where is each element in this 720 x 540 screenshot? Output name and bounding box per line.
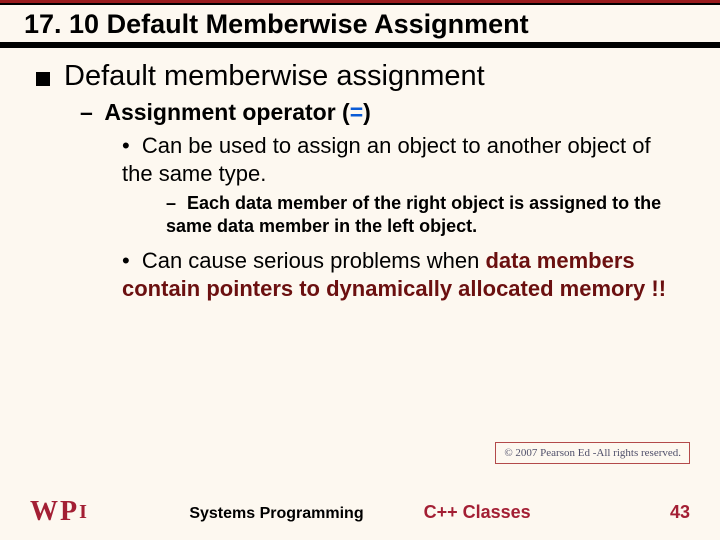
dot-bullet-icon: • bbox=[122, 248, 130, 273]
bullet-level3b: • Can cause serious problems when data m… bbox=[122, 247, 684, 303]
footer-topic: C++ Classes bbox=[424, 502, 531, 523]
bullet-level1-text: Default memberwise assignment bbox=[64, 60, 485, 93]
bullet-level2-post: ) bbox=[363, 99, 371, 125]
equals-operator: = bbox=[350, 99, 363, 125]
wpi-logo: W P I bbox=[30, 498, 87, 526]
page-number: 43 bbox=[670, 502, 690, 523]
bullet-level1: Default memberwise assignment bbox=[36, 60, 684, 93]
logo-p: P bbox=[60, 498, 77, 526]
bullet-level3a: • Can be used to assign an object to ano… bbox=[122, 132, 684, 188]
dash-bullet-icon: – bbox=[166, 193, 176, 213]
dash-bullet-icon: – bbox=[80, 99, 93, 125]
bullet-level4a-text: Each data member of the right object is … bbox=[166, 193, 661, 236]
slide-content: Default memberwise assignment – Assignme… bbox=[0, 48, 720, 304]
bullet-level2-pre: Assignment operator ( bbox=[104, 99, 349, 125]
logo-i: I bbox=[79, 502, 87, 522]
slide-title: 17. 10 Default Memberwise Assignment bbox=[0, 5, 720, 42]
slide-footer: W P I Systems Programming C++ Classes 43 bbox=[0, 498, 720, 526]
square-bullet-icon bbox=[36, 72, 50, 86]
title-band: 17. 10 Default Memberwise Assignment bbox=[0, 0, 720, 48]
bullet-level3b-pre: Can cause serious problems when bbox=[142, 248, 486, 273]
footer-center-group: Systems Programming C++ Classes bbox=[189, 502, 530, 523]
dot-bullet-icon: • bbox=[122, 133, 130, 158]
bullet-level3a-text: Can be used to assign an object to anoth… bbox=[122, 133, 651, 186]
logo-w: W bbox=[30, 498, 58, 526]
footer-course: Systems Programming bbox=[189, 505, 363, 523]
bullet-level2: – Assignment operator (=) bbox=[80, 99, 684, 126]
bullet-level4a: – Each data member of the right object i… bbox=[166, 192, 684, 237]
copyright-notice: © 2007 Pearson Ed -All rights reserved. bbox=[495, 442, 690, 464]
